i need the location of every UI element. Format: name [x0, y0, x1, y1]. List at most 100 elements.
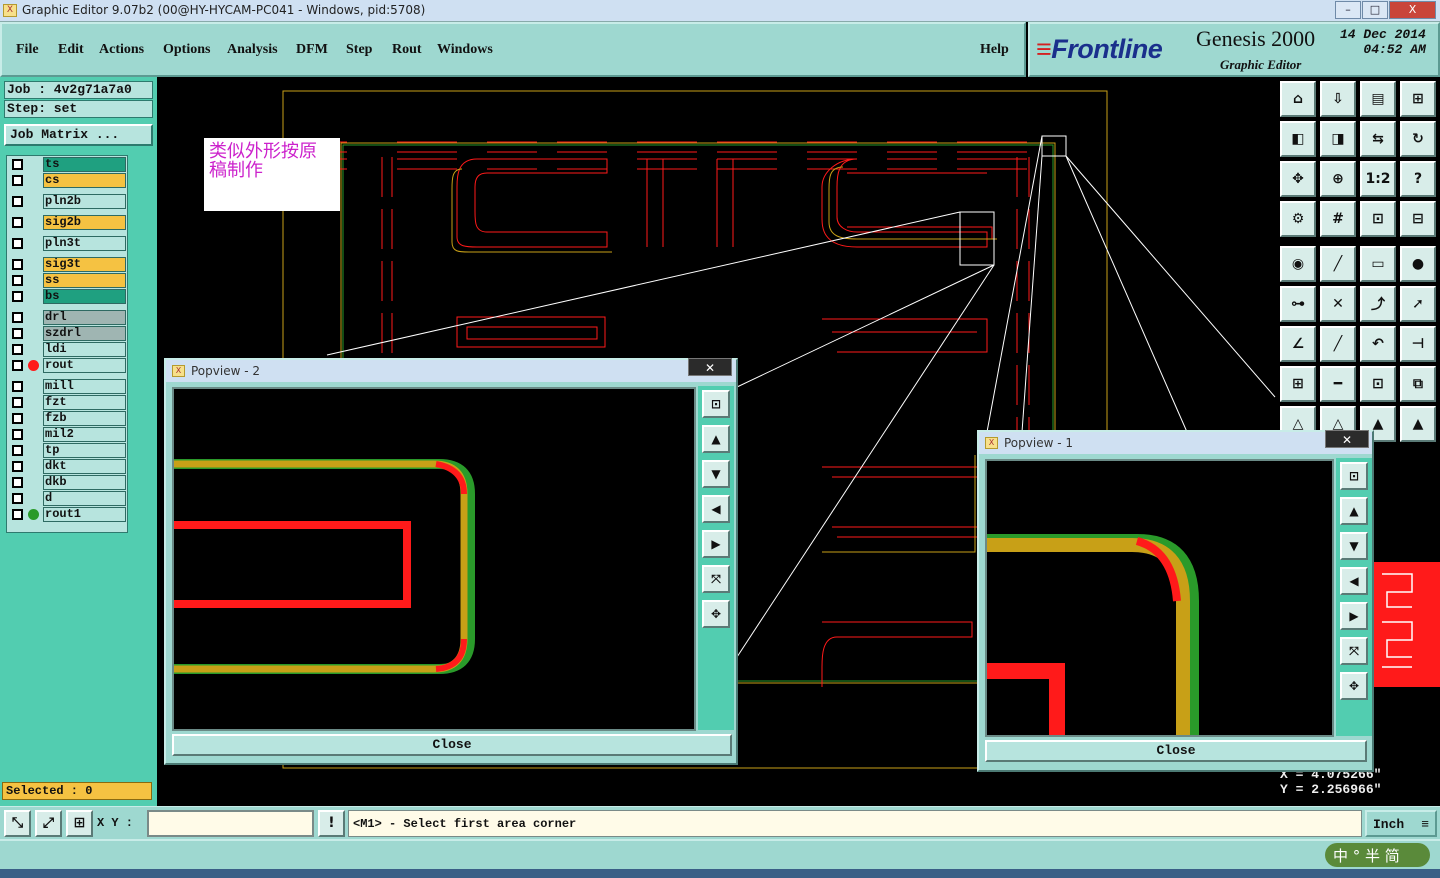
split-icon[interactable]: ━ — [1320, 366, 1356, 402]
layer-row-cs[interactable]: cs — [9, 173, 126, 188]
popview-2-titlebar[interactable]: X Popview - 2 — [166, 360, 736, 382]
zoom-page-icon[interactable]: ▤ — [1360, 81, 1396, 117]
layer-name[interactable]: sig3t — [43, 257, 126, 272]
layer-checkbox[interactable] — [12, 413, 23, 424]
layer-checkbox[interactable] — [12, 175, 23, 186]
align-icon[interactable]: ⊞ — [1280, 366, 1316, 402]
layer-row-rout1[interactable]: rout1 — [9, 507, 126, 522]
layer-checkbox[interactable] — [12, 291, 23, 302]
layer-row-tp[interactable]: tp — [9, 443, 126, 458]
layer-row-dkb[interactable]: dkb — [9, 475, 126, 490]
restore-button[interactable]: □ — [1362, 1, 1388, 19]
layer-checkbox[interactable] — [12, 196, 23, 207]
popview-pan-left-icon[interactable]: ◀ — [1340, 567, 1368, 595]
xy-input[interactable] — [147, 810, 314, 837]
zoom-window-icon[interactable]: ⊞ — [1400, 81, 1436, 117]
copy-icon[interactable]: ⧉ — [1400, 366, 1436, 402]
minimize-button[interactable]: – — [1335, 1, 1361, 19]
layer-name[interactable]: d — [43, 491, 126, 506]
layer-checkbox[interactable] — [12, 429, 23, 440]
layer-row-sig3t[interactable]: sig3t — [9, 257, 126, 272]
cross-icon[interactable]: ✕ — [1320, 286, 1356, 322]
alert-button[interactable]: ! — [318, 810, 345, 837]
popview-pan-down-icon[interactable]: ▼ — [1340, 532, 1368, 560]
snap-mode-icon[interactable]: ⤢ — [35, 810, 62, 837]
layer-checkbox[interactable] — [12, 493, 23, 504]
layer-row-pln2b[interactable]: pln2b — [9, 194, 126, 209]
layer-row-dkt[interactable]: dkt — [9, 459, 126, 474]
scale-icon[interactable]: 1:2 — [1360, 161, 1396, 197]
slope-icon[interactable]: ╱ — [1320, 326, 1356, 362]
layer-row-szdrl[interactable]: szdrl — [9, 326, 126, 341]
menu-step[interactable]: Step — [346, 42, 372, 58]
pan-left-icon[interactable]: ◧ — [1280, 121, 1316, 157]
layer-row-drl[interactable]: drl — [9, 310, 126, 325]
pan-right-icon[interactable]: ◨ — [1320, 121, 1356, 157]
layer-row-fzt[interactable]: fzt — [9, 395, 126, 410]
layer-name[interactable]: cs — [43, 173, 126, 188]
layer-name[interactable]: dkb — [43, 475, 126, 490]
layer-row-pln3t[interactable]: pln3t — [9, 236, 126, 251]
popview-1-view[interactable] — [985, 459, 1334, 737]
help-icon[interactable]: ? — [1400, 161, 1436, 197]
popview-2-close-x[interactable]: ✕ — [688, 358, 732, 376]
popview-pan-left-icon[interactable]: ◀ — [702, 495, 730, 523]
layer-row-bs[interactable]: bs — [9, 289, 126, 304]
layer-name[interactable]: fzb — [43, 411, 126, 426]
layer-name[interactable]: ss — [43, 273, 126, 288]
close-window-button[interactable]: X — [1389, 1, 1436, 19]
layer-checkbox[interactable] — [12, 159, 23, 170]
grid-icon[interactable]: # — [1320, 201, 1356, 237]
menu-analysis[interactable]: Analysis — [227, 42, 278, 58]
layer-name[interactable]: dkt — [43, 459, 126, 474]
menu-dfm[interactable]: DFM — [296, 42, 328, 58]
popview-zoom-in-icon[interactable]: ✥ — [1340, 672, 1368, 700]
pad-icon[interactable]: ● — [1400, 246, 1436, 282]
popview-2-close-button[interactable]: Close — [172, 734, 732, 756]
layer-name[interactable]: mil2 — [43, 427, 126, 442]
job-matrix-button[interactable]: Job Matrix ... — [4, 124, 153, 146]
units-selector[interactable]: Inch ≡ — [1365, 810, 1437, 837]
menu-rout[interactable]: Rout — [392, 42, 422, 58]
layer-name[interactable]: szdrl — [43, 326, 126, 341]
popview-zoom-out-icon[interactable]: ⤧ — [1340, 637, 1368, 665]
edit-icon[interactable]: ⊣ — [1400, 326, 1436, 362]
popview-1-close-button[interactable]: Close — [985, 740, 1367, 762]
layer-checkbox[interactable] — [12, 445, 23, 456]
menu-edit[interactable]: Edit — [58, 42, 84, 58]
popview-pan-right-icon[interactable]: ▶ — [1340, 602, 1368, 630]
layer-checkbox[interactable] — [12, 217, 23, 228]
rotate-icon[interactable]: ↻ — [1400, 121, 1436, 157]
measure-icon[interactable]: ⚙ — [1280, 201, 1316, 237]
ruler-icon[interactable]: ▭ — [1360, 246, 1396, 282]
popview-pan-right-icon[interactable]: ▶ — [702, 530, 730, 558]
connect-icon[interactable]: ⊶ — [1280, 286, 1316, 322]
zoom-back-icon[interactable]: ⇩ — [1320, 81, 1356, 117]
zoom-fit-icon[interactable]: ✥ — [1280, 161, 1316, 197]
line-tool-icon[interactable]: ╱ — [1320, 246, 1356, 282]
layer-view-icon[interactable]: ⊡ — [1360, 201, 1396, 237]
layer-name[interactable]: rout1 — [43, 507, 126, 522]
layer-name[interactable]: bs — [43, 289, 126, 304]
grid-mode-icon[interactable]: ⊞ — [66, 810, 93, 837]
popview-1-titlebar[interactable]: X Popview - 1 — [979, 432, 1372, 454]
layer-name[interactable]: pln2b — [43, 194, 126, 209]
layer-checkbox[interactable] — [12, 275, 23, 286]
menu-help[interactable]: Help — [980, 42, 1009, 58]
layer-name[interactable]: pln3t — [43, 236, 126, 251]
layer-checkbox[interactable] — [12, 259, 23, 270]
layer-row-mill[interactable]: mill — [9, 379, 126, 394]
layer-row-d[interactable]: d — [9, 491, 126, 506]
popview-zoom-in-icon[interactable]: ✥ — [702, 600, 730, 628]
menu-actions[interactable]: Actions — [99, 42, 144, 58]
layer-checkbox[interactable] — [12, 509, 23, 520]
select-mode-icon[interactable]: ⤡ — [4, 810, 31, 837]
layer-name[interactable]: mill — [43, 379, 126, 394]
layer-checkbox[interactable] — [12, 360, 23, 371]
fit-icon[interactable]: ⊡ — [1360, 366, 1396, 402]
layer-row-fzb[interactable]: fzb — [9, 411, 126, 426]
layer-filter-icon[interactable]: ⊟ — [1400, 201, 1436, 237]
layer-name[interactable]: sig2b — [43, 215, 126, 230]
menu-windows[interactable]: Windows — [437, 42, 493, 58]
layer-checkbox[interactable] — [12, 381, 23, 392]
